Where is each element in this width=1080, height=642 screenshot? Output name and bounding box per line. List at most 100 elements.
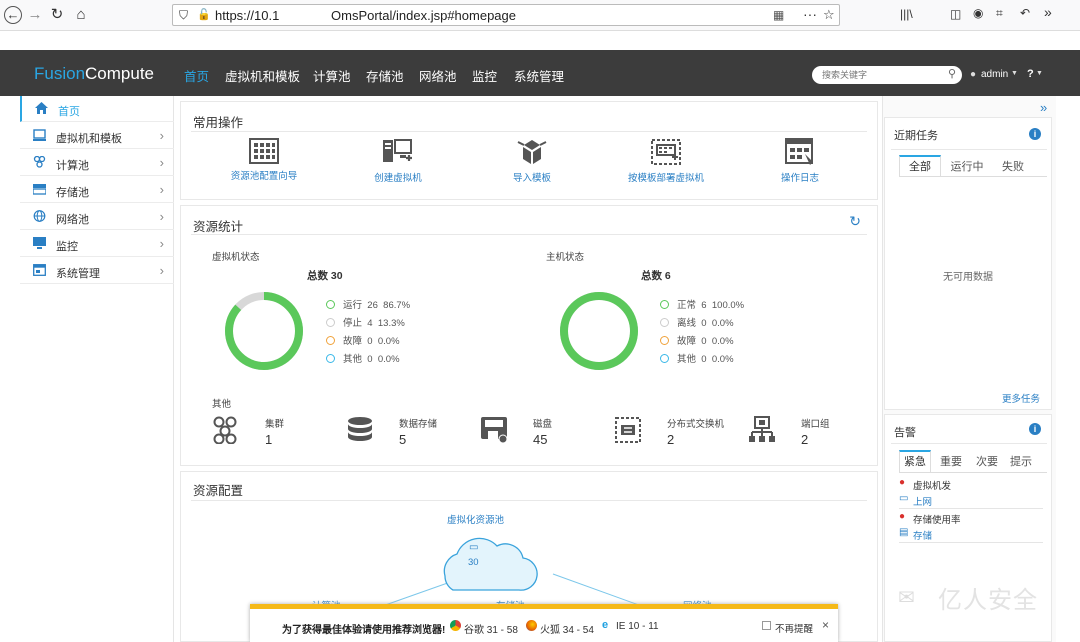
tab-alarm-minor[interactable]: 次要	[971, 452, 1003, 472]
more-tasks-link[interactable]: 更多任务	[1002, 391, 1040, 405]
datastore-icon	[348, 417, 372, 441]
other-portgroup[interactable]	[748, 416, 776, 444]
bookmark-star-icon[interactable]: ☆	[823, 7, 835, 23]
qa-create-vm[interactable]: 创建虚拟机	[343, 138, 453, 184]
library-icon[interactable]: |||\	[900, 7, 913, 21]
top-navigation: FusionCompute 首页 虚拟机和模板 计算池 存储池 网络池 监控 系…	[0, 50, 1080, 96]
user-menu[interactable]: admin	[981, 69, 1008, 80]
nav-system[interactable]: 系统管理	[514, 66, 564, 85]
sidebar-toggle-icon[interactable]: ◫	[950, 7, 961, 21]
host-total: 总数 6	[641, 270, 671, 282]
ie-version[interactable]: IE 10 - 11	[616, 621, 659, 632]
nav-compute-pool[interactable]: 计算池	[313, 66, 351, 85]
sidebar-item-system[interactable]: 系统管理 ›	[20, 258, 174, 284]
other-disk[interactable]	[480, 416, 508, 444]
tab-task-running[interactable]: 运行中	[945, 157, 989, 177]
storage-icon	[33, 183, 46, 195]
tasks-empty: 无可用数据	[943, 272, 993, 283]
datastore-name: 数据存储	[399, 419, 438, 430]
user-icon: ●	[970, 69, 977, 80]
home-browser-icon[interactable]: ⌂	[72, 6, 90, 24]
sidebar-item-compute[interactable]: 计算池 ›	[20, 150, 174, 176]
chevron-right-icon: ›	[159, 128, 164, 143]
back-icon[interactable]: ←	[4, 6, 22, 24]
network-icon	[33, 210, 46, 222]
nav-storage-pool[interactable]: 存储池	[366, 66, 404, 85]
chrome-version[interactable]: 谷歌 31 - 58	[464, 621, 518, 636]
compute-icon	[33, 156, 46, 168]
bookmarks-strip	[0, 31, 694, 50]
log-icon	[785, 138, 813, 165]
resource-stats-title: 资源统计	[193, 220, 244, 234]
qa-deploy-from-template[interactable]: 按模板部署虚拟机	[611, 138, 721, 184]
alarms-info-icon[interactable]: i	[1029, 423, 1041, 435]
chevron-right-icon: ›	[159, 209, 164, 224]
tab-alarm-critical[interactable]: 紧急	[899, 450, 931, 472]
home-icon	[35, 102, 48, 114]
firefox-version[interactable]: 火狐 34 - 54	[540, 621, 594, 636]
address-bar[interactable]: ⛉ 🔓 https://10.1 OmsPortal/index.jsp#hom…	[172, 4, 840, 26]
nav-home[interactable]: 首页	[184, 66, 209, 85]
qa-import-template[interactable]: 导入模板	[477, 138, 587, 184]
vm-legend-fault: 故障 0 0.0%	[326, 333, 400, 347]
other-cluster[interactable]	[212, 416, 238, 444]
browser-toolbar: ← → ↻ ⌂ ⛉ 🔓 https://10.1 OmsPortal/index…	[0, 0, 1080, 31]
no-remind-checkbox[interactable]	[762, 621, 771, 630]
account-icon[interactable]: ◉	[973, 6, 983, 20]
tasks-info-icon[interactable]: i	[1029, 128, 1041, 140]
watermark-text: 亿人安全	[938, 587, 1038, 614]
other-datastore[interactable]	[346, 416, 374, 444]
dvswitch-icon	[615, 417, 641, 443]
portgroup-count: 2	[801, 432, 809, 447]
qa-resource-wizard[interactable]: 资源池配置向导	[209, 138, 319, 182]
tab-task-failed[interactable]: 失败	[993, 157, 1033, 177]
system-icon	[33, 264, 46, 276]
close-bar-icon[interactable]: ×	[822, 618, 829, 632]
critical-alarm-icon: ●	[899, 511, 906, 522]
other-dvswitch[interactable]	[614, 416, 642, 444]
more-actions-icon[interactable]: ···	[803, 6, 817, 22]
nav-vm-template[interactable]: 虚拟机和模板	[225, 66, 300, 85]
collapse-right-icon[interactable]: »	[1040, 100, 1047, 115]
cluster-count: 1	[265, 432, 273, 447]
sidebar-item-home[interactable]: 首页	[20, 96, 174, 122]
vm-legend-other: 其他 0 0.0%	[326, 351, 400, 365]
vm-status-ring	[225, 292, 303, 370]
forward-icon[interactable]: →	[26, 6, 44, 24]
vm-legend-running: 运行 26 86.7%	[326, 297, 410, 311]
sidebar-item-vm-template[interactable]: 虚拟机和模板 ›	[20, 123, 174, 149]
chevron-right-icon: ›	[159, 155, 164, 170]
tab-alarm-hint[interactable]: 提示	[1005, 452, 1037, 472]
app-logo: FusionCompute	[34, 64, 155, 83]
refresh-icon[interactable]: ↻	[849, 213, 861, 230]
grid-wizard-icon	[249, 138, 279, 164]
wechat-watermark-icon: ✉	[898, 587, 915, 609]
alarm-item[interactable]: ● 存储使用率 ▤ 存储	[899, 511, 1043, 543]
search-icon[interactable]: ⚲	[948, 67, 956, 80]
host-legend-fault: 故障 0 0.0%	[660, 333, 734, 347]
search-input[interactable]	[822, 68, 942, 82]
qr-icon[interactable]: ▦	[773, 8, 784, 22]
lock-warning-icon[interactable]: 🔓	[197, 8, 211, 21]
sidebar-item-monitor[interactable]: 监控 ›	[20, 231, 174, 257]
user-chevron-icon: ▼	[1011, 70, 1018, 77]
nav-monitor[interactable]: 监控	[472, 66, 497, 85]
undo-icon[interactable]: ↶	[1020, 6, 1030, 20]
portgroup-name: 端口组	[801, 419, 830, 430]
sidebar-item-network[interactable]: 网络池 ›	[20, 204, 174, 230]
nav-network-pool[interactable]: 网络池	[419, 66, 457, 85]
tab-task-all[interactable]: 全部	[899, 155, 941, 177]
tab-alarm-major[interactable]: 重要	[935, 452, 967, 472]
dvswitch-count: 2	[667, 432, 675, 447]
vm-total: 总数 30	[307, 270, 343, 282]
help-menu[interactable]: ?	[1027, 68, 1034, 80]
cluster-name: 集群	[265, 419, 285, 430]
sidebar-item-storage[interactable]: 存储池 ›	[20, 177, 174, 203]
common-ops-panel: 常用操作 资源池配置向导 创建虚拟机 导入模板 按模板部署虚拟机 操作日志	[180, 101, 878, 200]
overflow-menu-icon[interactable]: »	[1044, 4, 1052, 20]
chevron-right-icon: ›	[159, 236, 164, 251]
screenshot-icon[interactable]: ⌗	[996, 6, 1003, 21]
reload-icon[interactable]: ↻	[48, 6, 66, 24]
alarm-item[interactable]: ● 虚拟机发 ▭ 上网	[899, 477, 1043, 509]
qa-operation-log[interactable]: 操作日志	[745, 138, 855, 184]
